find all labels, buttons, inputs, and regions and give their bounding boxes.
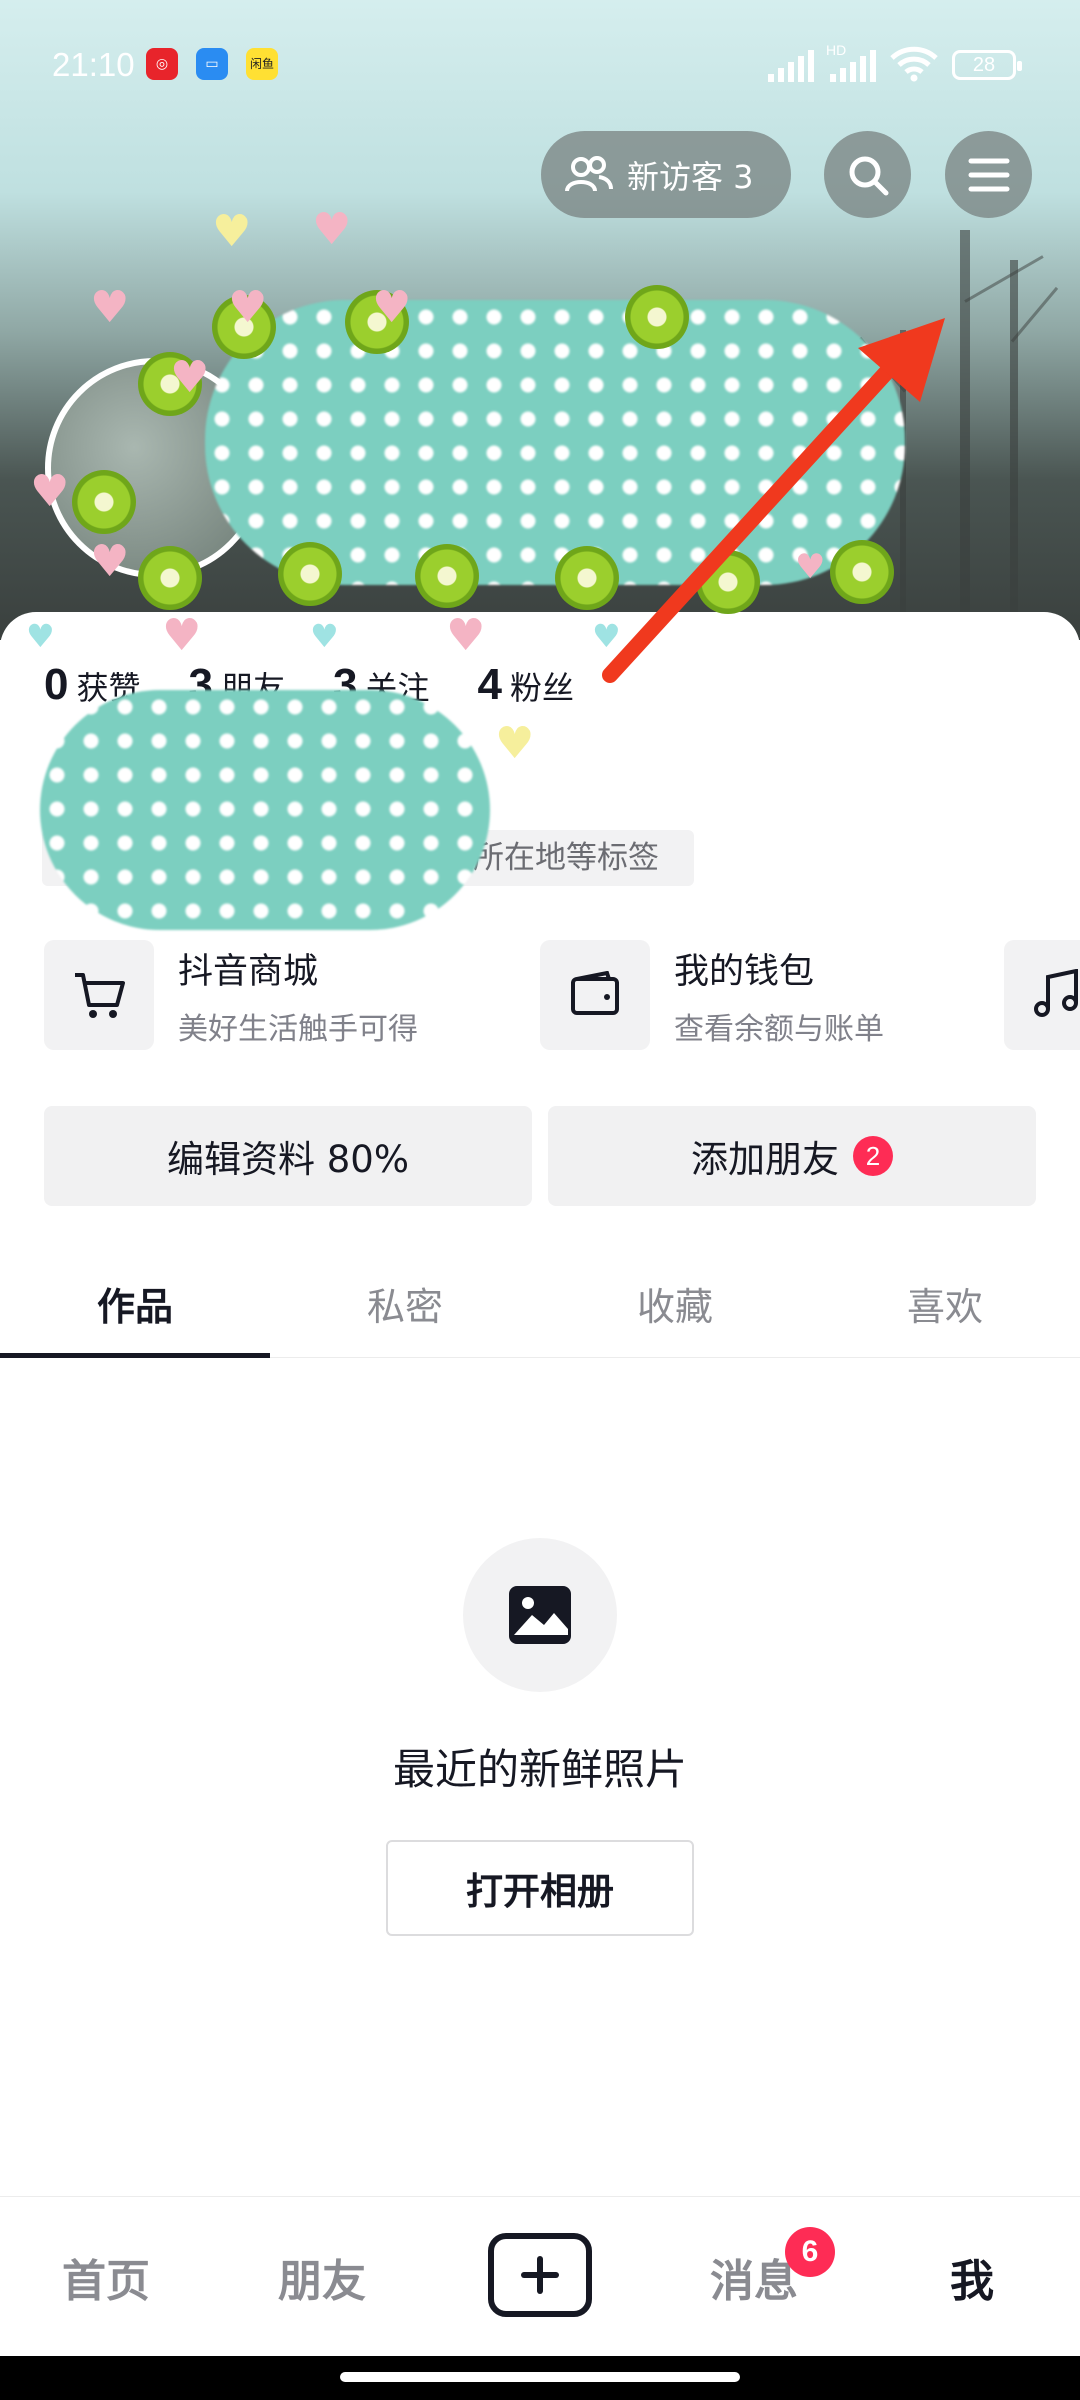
cover-branch bbox=[964, 255, 1044, 303]
sticker-heart: ♥ bbox=[310, 617, 339, 655]
sticker-heart: ♥ bbox=[90, 282, 130, 333]
netease-music-icon: ◎ bbox=[146, 48, 178, 80]
music-shortcut[interactable] bbox=[1004, 940, 1080, 1050]
music-note-icon bbox=[1004, 940, 1080, 1050]
open-album-label: 打开相册 bbox=[466, 1870, 614, 1913]
sticker-heart: ♥ bbox=[446, 610, 486, 661]
sticker-heart: ♥ bbox=[312, 204, 352, 255]
battery-indicator: 28 bbox=[952, 50, 1022, 80]
stat-followers[interactable]: 4 粉丝 bbox=[478, 660, 575, 710]
signal-icon-2 bbox=[830, 50, 876, 82]
sticker-kiwi bbox=[415, 544, 479, 608]
status-bar: 21:10 ◎ ▭ 闲鱼 HD 28 bbox=[0, 0, 1080, 130]
sticker-heart: ♥ bbox=[495, 718, 535, 769]
messages-badge: 6 bbox=[785, 2227, 835, 2277]
sticker-kiwi bbox=[138, 546, 202, 610]
home-indicator[interactable] bbox=[340, 2372, 740, 2382]
wallet-title: 我的钱包 bbox=[674, 951, 815, 992]
add-friends-label: 添加朋友 bbox=[691, 1138, 839, 1181]
nav-me[interactable]: 我 bbox=[950, 2245, 994, 2309]
tab-favorites[interactable]: 收藏 bbox=[540, 1262, 810, 1357]
sticker-kiwi bbox=[625, 285, 689, 349]
sticker-heart: ♥ bbox=[30, 466, 70, 517]
wifi-icon bbox=[890, 46, 938, 82]
mall-subtitle: 美好生活触手可得 bbox=[178, 1011, 418, 1047]
sticker-heart: ♥ bbox=[795, 547, 826, 587]
visitors-icon bbox=[565, 155, 613, 192]
nav-home[interactable]: 首页 bbox=[62, 2245, 150, 2309]
plus-icon bbox=[521, 2256, 559, 2294]
sticker-heart: ♥ bbox=[212, 206, 252, 257]
sticker-kiwi bbox=[72, 470, 136, 534]
menu-button[interactable] bbox=[945, 131, 1032, 218]
sticker-heart: ♥ bbox=[228, 282, 268, 333]
wallet-subtitle: 查看余额与账单 bbox=[674, 1011, 884, 1047]
sticker-kiwi bbox=[555, 546, 619, 610]
sticker-heart: ♥ bbox=[162, 610, 202, 661]
new-visitors-label: 新访客 3 bbox=[627, 157, 754, 196]
bottom-nav: 首页 朋友 消息 6 我 bbox=[0, 2196, 1080, 2360]
wallet-shortcut[interactable]: 我的钱包 查看余额与账单 bbox=[540, 940, 884, 1050]
douyin-mall-shortcut[interactable]: 抖音商城 美好生活触手可得 bbox=[44, 940, 418, 1050]
calendar-app-icon: ▭ bbox=[196, 48, 228, 80]
tab-works[interactable]: 作品 bbox=[0, 1262, 270, 1358]
sticker-heart: ♥ bbox=[592, 617, 621, 655]
create-button[interactable] bbox=[488, 2233, 592, 2317]
mall-title: 抖音商城 bbox=[178, 951, 319, 992]
open-album-button[interactable]: 打开相册 bbox=[386, 1840, 694, 1936]
stat-label: 粉丝 bbox=[509, 669, 574, 707]
sticker-heart: ♥ bbox=[170, 352, 210, 403]
edit-profile-button[interactable]: 编辑资料 80% bbox=[44, 1106, 532, 1206]
sticker-kiwi bbox=[830, 540, 894, 604]
signal-icon bbox=[768, 50, 814, 82]
search-button[interactable] bbox=[824, 131, 911, 218]
content-tabs: 作品 私密 收藏 喜欢 bbox=[0, 1262, 1080, 1358]
sticker-heart: ♥ bbox=[26, 617, 55, 655]
image-icon bbox=[463, 1538, 617, 1692]
empty-state-title: 最近的新鲜照片 bbox=[392, 1745, 687, 1794]
cover-tree bbox=[1010, 260, 1018, 640]
tab-private[interactable]: 私密 bbox=[270, 1262, 540, 1357]
stat-number: 0 bbox=[44, 660, 69, 709]
status-time: 21:10 bbox=[52, 46, 135, 83]
cover-tree bbox=[900, 330, 906, 640]
search-icon bbox=[849, 156, 888, 195]
cart-icon bbox=[44, 940, 154, 1050]
cover-tree bbox=[960, 230, 970, 640]
privacy-blur-overlay bbox=[40, 690, 490, 930]
sticker-heart: ♥ bbox=[372, 282, 412, 333]
sticker-kiwi bbox=[278, 542, 342, 606]
add-friends-badge: 2 bbox=[853, 1136, 893, 1176]
sticker-heart: ♥ bbox=[90, 536, 130, 587]
hamburger-menu-icon bbox=[968, 158, 1009, 191]
sticker-kiwi bbox=[696, 550, 760, 614]
edit-profile-label: 编辑资料 80% bbox=[167, 1138, 409, 1181]
xianyu-app-icon: 闲鱼 bbox=[246, 48, 278, 80]
nav-friends[interactable]: 朋友 bbox=[278, 2245, 366, 2309]
tab-likes[interactable]: 喜欢 bbox=[810, 1262, 1080, 1357]
add-friends-button[interactable]: 添加朋友 2 bbox=[548, 1106, 1036, 1206]
wallet-icon bbox=[540, 940, 650, 1050]
new-visitors-button[interactable]: 新访客 3 bbox=[541, 131, 791, 218]
stat-number: 4 bbox=[477, 660, 502, 709]
